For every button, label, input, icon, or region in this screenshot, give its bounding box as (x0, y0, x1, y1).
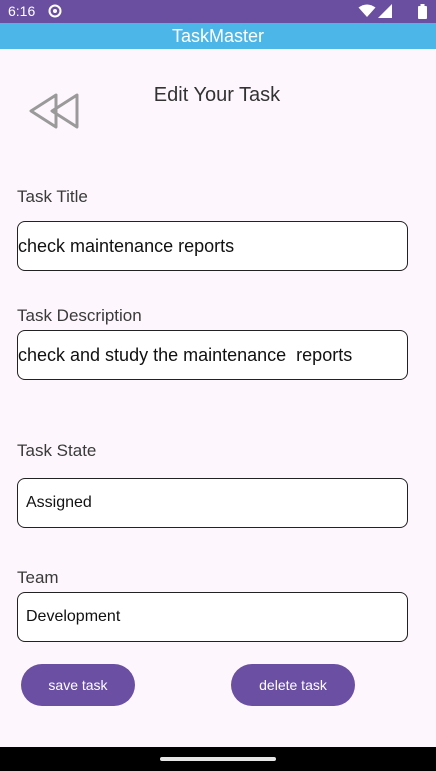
wifi-icon (358, 4, 376, 17)
task-description-label: Task Description (17, 306, 142, 325)
battery-icon (418, 4, 427, 19)
rewind-back-icon (29, 93, 79, 129)
app-title: TaskMaster (0, 23, 436, 49)
status-bar: 6:16 (0, 0, 436, 23)
task-description-input[interactable] (18, 344, 407, 366)
task-state-input[interactable] (18, 494, 407, 512)
task-title-input[interactable] (18, 235, 407, 257)
task-description-field-box (17, 330, 408, 380)
sync-icon (48, 4, 62, 18)
status-time: 6:16 (8, 3, 36, 19)
home-indicator[interactable] (160, 757, 276, 761)
team-field-box (17, 592, 408, 642)
team-input[interactable] (18, 608, 407, 626)
team-label: Team (17, 568, 59, 587)
save-task-button[interactable]: save task (21, 664, 135, 706)
back-button[interactable] (28, 92, 80, 130)
navigation-bar (0, 747, 436, 771)
task-title-label: Task Title (17, 187, 88, 206)
task-state-label: Task State (17, 441, 97, 460)
delete-task-button[interactable]: delete task (231, 664, 355, 706)
page-title: Edit Your Task (153, 84, 281, 106)
signal-icon (378, 4, 392, 18)
task-state-field-box (17, 478, 408, 528)
task-title-field-box (17, 221, 408, 271)
